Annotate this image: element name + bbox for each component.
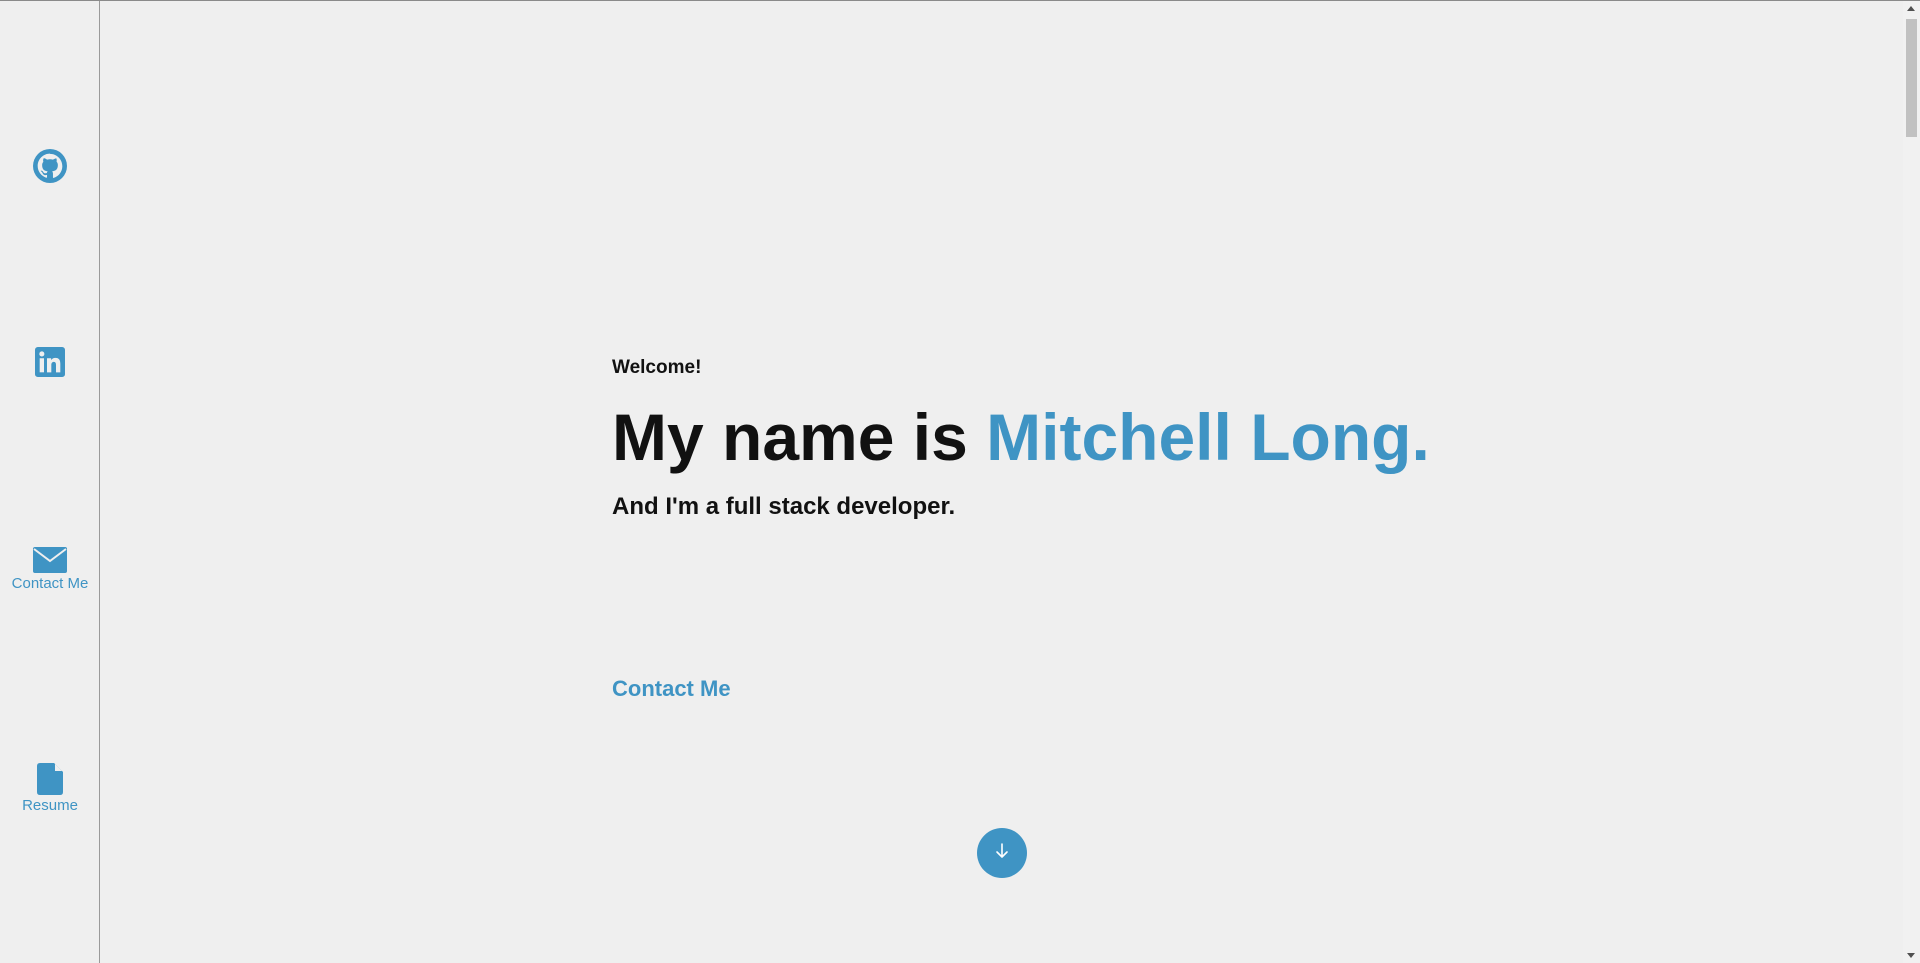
linkedin-icon xyxy=(35,347,65,377)
arrow-down-icon xyxy=(995,842,1009,864)
sidebar-item-label: Contact Me xyxy=(11,575,89,592)
document-icon xyxy=(37,763,63,795)
welcome-text: Welcome! xyxy=(612,357,702,378)
sidebar-item-label: Resume xyxy=(22,797,78,814)
sidebar: Contact Me Resume xyxy=(0,1,100,963)
sidebar-item-github[interactable] xyxy=(0,149,100,183)
page-title: My name is Mitchell Long. xyxy=(612,399,1430,475)
github-icon xyxy=(33,149,67,183)
envelope-icon xyxy=(33,547,67,573)
scrollbar-thumb[interactable] xyxy=(1906,19,1917,137)
scroll-up-arrow[interactable] xyxy=(1907,6,1915,11)
scroll-down-arrow[interactable] xyxy=(1907,953,1915,958)
scrollbar[interactable] xyxy=(1903,1,1920,963)
headline-name: Mitchell Long. xyxy=(986,400,1430,474)
sidebar-item-linkedin[interactable] xyxy=(0,347,100,377)
subtitle: And I'm a full stack developer. xyxy=(612,493,956,520)
sidebar-item-contact[interactable]: Contact Me xyxy=(0,547,100,592)
headline-prefix: My name is xyxy=(612,400,987,474)
scroll-down-button[interactable] xyxy=(977,828,1027,878)
page: Contact Me Resume Welcome! My name is Mi… xyxy=(0,0,1920,963)
contact-me-link[interactable]: Contact Me xyxy=(612,676,731,702)
sidebar-item-resume[interactable]: Resume xyxy=(0,763,100,814)
hero-section: Welcome! xyxy=(612,357,701,379)
